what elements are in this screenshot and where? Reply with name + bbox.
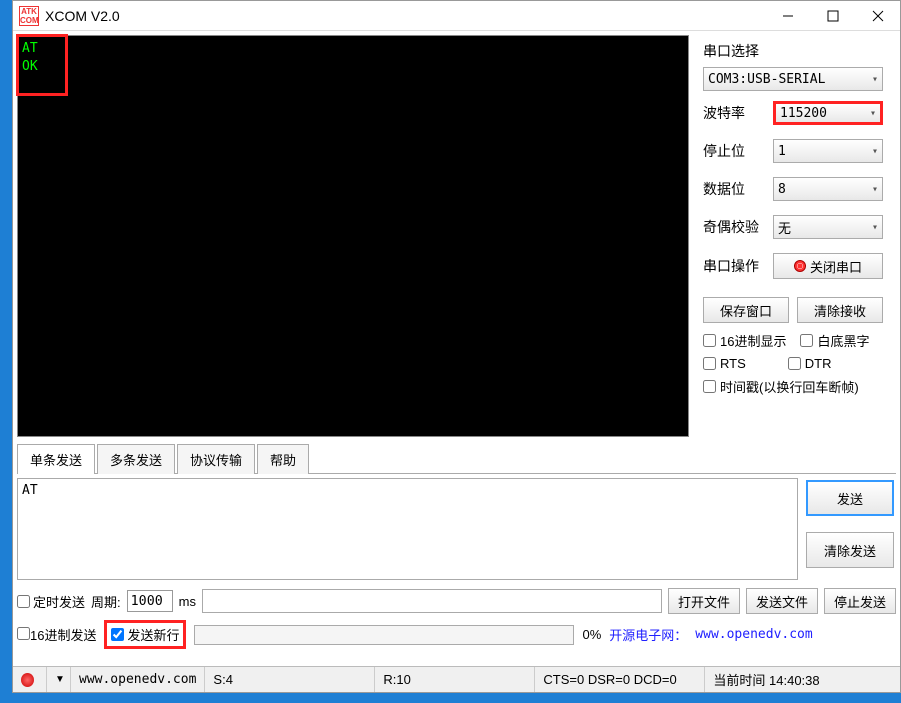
stopbits-label: 停止位 (703, 141, 773, 161)
parity-label: 奇偶校验 (703, 217, 773, 237)
timestamp-checkbox[interactable]: 时间戳(以换行回车断帧) (703, 377, 859, 396)
status-time: 当前时间 14:40:38 (705, 667, 900, 692)
progress-percent: 0% (582, 627, 601, 642)
op-button-label: 关闭串口 (810, 257, 862, 276)
close-button[interactable] (855, 1, 900, 31)
link-prefix: 开源电子网： (609, 625, 687, 644)
chevron-down-icon: ▾ (872, 146, 878, 157)
tab-strip: 单条发送 多条发送 协议传输 帮助 (17, 443, 896, 474)
terminal-output[interactable]: AT OK (17, 35, 689, 437)
chevron-down-icon: ▾ (872, 74, 878, 85)
parity-select[interactable]: 无 ▾ (773, 215, 883, 239)
window-title: XCOM V2.0 (45, 8, 765, 24)
period-label: 周期: (91, 592, 121, 611)
databits-select[interactable]: 8 ▾ (773, 177, 883, 201)
send-newline-checkbox[interactable]: 发送新行 (104, 620, 186, 649)
serial-config-panel: 串口选择 COM3:USB-SERIAL ▾ 波特率 115200 ▾ 停止位 … (689, 31, 894, 437)
tab-help[interactable]: 帮助 (257, 444, 309, 474)
tab-multi-send[interactable]: 多条发送 (97, 444, 175, 474)
baud-select[interactable]: 115200 ▾ (773, 101, 883, 125)
dropdown-icon[interactable]: ▼ (55, 674, 65, 685)
rts-checkbox[interactable]: RTS (703, 356, 746, 371)
serial-section-label: 串口选择 (703, 41, 884, 61)
baud-label: 波特率 (703, 103, 773, 123)
op-label: 串口操作 (703, 256, 773, 276)
tab-protocol[interactable]: 协议传输 (177, 444, 255, 474)
chevron-down-icon: ▾ (870, 108, 876, 119)
maximize-button[interactable] (810, 1, 855, 31)
close-port-button[interactable]: 关闭串口 (773, 253, 883, 279)
send-file-button[interactable]: 发送文件 (746, 588, 818, 614)
status-url[interactable]: www.openedv.com (71, 667, 205, 692)
save-window-button[interactable]: 保存窗口 (703, 297, 789, 323)
send-button[interactable]: 发送 (806, 480, 894, 516)
record-icon (794, 260, 806, 272)
period-unit: ms (179, 594, 196, 609)
send-input[interactable] (17, 478, 798, 580)
progress-bar (194, 625, 574, 645)
hex-send-checkbox[interactable]: 16进制发送 (17, 625, 96, 644)
app-logo: ATK COM (19, 6, 39, 26)
clear-send-button[interactable]: 清除发送 (806, 532, 894, 568)
file-path-input[interactable] (202, 589, 662, 613)
status-dot-icon (21, 673, 34, 687)
stopbits-value: 1 (778, 144, 786, 159)
chevron-down-icon: ▾ (872, 184, 878, 195)
clear-recv-button[interactable]: 清除接收 (797, 297, 883, 323)
statusbar: ▼ www.openedv.com S:4 R:10 CTS=0 DSR=0 D… (13, 666, 900, 692)
minimize-button[interactable] (765, 1, 810, 31)
port-select[interactable]: COM3:USB-SERIAL ▾ (703, 67, 883, 91)
link-url[interactable]: www.openedv.com (695, 627, 812, 642)
chevron-down-icon: ▾ (872, 222, 878, 233)
tab-single-send[interactable]: 单条发送 (17, 444, 95, 474)
terminal-line: OK (22, 58, 684, 76)
databits-value: 8 (778, 182, 786, 197)
stopbits-select[interactable]: 1 ▾ (773, 139, 883, 163)
status-sent: S:4 (205, 667, 375, 692)
status-signals: CTS=0 DSR=0 DCD=0 (535, 667, 705, 692)
titlebar: ATK COM XCOM V2.0 (13, 1, 900, 31)
timed-send-checkbox[interactable]: 定时发送 (17, 592, 85, 611)
hex-display-checkbox[interactable]: 16进制显示 (703, 331, 786, 350)
parity-value: 无 (778, 218, 791, 237)
port-value: COM3:USB-SERIAL (708, 72, 825, 87)
white-bg-checkbox[interactable]: 白底黑字 (800, 331, 869, 350)
period-input[interactable] (127, 590, 173, 612)
terminal-line: AT (22, 40, 684, 58)
dtr-checkbox[interactable]: DTR (788, 356, 832, 371)
baud-value: 115200 (780, 106, 827, 121)
open-file-button[interactable]: 打开文件 (668, 588, 740, 614)
databits-label: 数据位 (703, 179, 773, 199)
stop-send-button[interactable]: 停止发送 (824, 588, 896, 614)
status-recv: R:10 (375, 667, 535, 692)
